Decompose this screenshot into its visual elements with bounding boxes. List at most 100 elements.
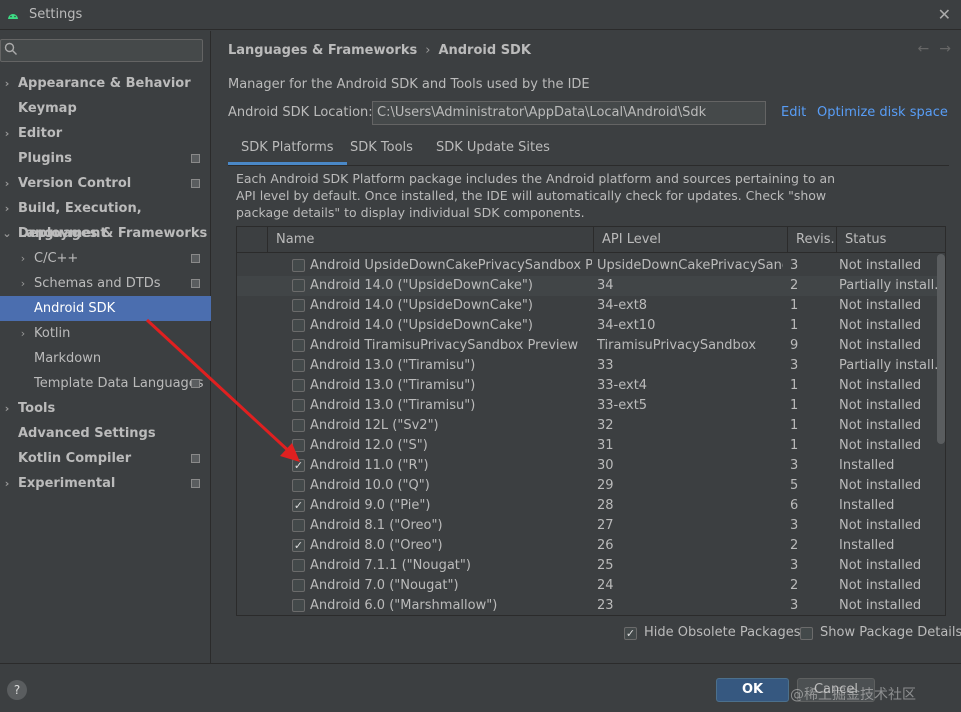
column-header-revision[interactable]: Revis... bbox=[787, 227, 836, 253]
sidebar-item[interactable]: › Kotlin bbox=[0, 321, 211, 346]
sidebar-item-label: C/C++ bbox=[34, 251, 79, 266]
table-row[interactable]: ✓ Android 8.0 ("Oreo") 26 2 Installed bbox=[237, 536, 937, 556]
window-title: Settings bbox=[29, 7, 83, 22]
table-row[interactable]: Android 12L ("Sv2") 32 1 Not installed bbox=[237, 416, 937, 436]
table-row[interactable]: Android 10.0 ("Q") 29 5 Not installed bbox=[237, 476, 937, 496]
chevron-right-icon[interactable]: › bbox=[1, 171, 13, 196]
chevron-right-icon[interactable]: › bbox=[17, 246, 29, 271]
project-settings-icon bbox=[191, 254, 200, 263]
hide-obsolete-checkbox[interactable]: ✓ bbox=[624, 627, 637, 640]
table-row[interactable]: Android 7.0 ("Nougat") 24 2 Not installed bbox=[237, 576, 937, 596]
platform-checkbox[interactable] bbox=[292, 439, 305, 452]
cell-status: Not installed bbox=[839, 418, 922, 433]
hide-obsolete-option[interactable]: ✓ Hide Obsolete Packages bbox=[624, 625, 800, 640]
cell-status: Installed bbox=[839, 538, 895, 553]
platform-checkbox[interactable]: ✓ bbox=[292, 539, 305, 552]
table-row[interactable]: Android 13.0 ("Tiramisu") 33-ext5 1 Not ins… bbox=[237, 396, 937, 416]
ok-button[interactable]: OK bbox=[716, 678, 789, 702]
chevron-right-icon[interactable]: › bbox=[17, 321, 29, 346]
show-details-option[interactable]: Show Package Details bbox=[800, 625, 961, 640]
sidebar-item[interactable]: Plugins bbox=[0, 146, 211, 171]
sidebar-item[interactable]: › Editor bbox=[0, 121, 211, 146]
cell-name: Android 14.0 ("UpsideDownCake") bbox=[310, 278, 533, 293]
column-header-api-level[interactable]: API Level bbox=[593, 227, 787, 253]
platform-checkbox[interactable] bbox=[292, 299, 305, 312]
chevron-right-icon[interactable]: › bbox=[17, 271, 29, 296]
sidebar-item[interactable]: › Experimental bbox=[0, 471, 211, 496]
table-row[interactable]: Android 13.0 ("Tiramisu") 33 3 Partially in… bbox=[237, 356, 937, 376]
table-row[interactable]: Android TiramisuPrivacySandbox Preview Ti… bbox=[237, 336, 937, 356]
settings-search-input[interactable] bbox=[0, 39, 203, 62]
cell-name: Android UpsideDownCakePrivacySandbox Pre… bbox=[310, 258, 592, 273]
chevron-right-icon[interactable]: › bbox=[1, 71, 13, 96]
chevron-right-icon[interactable]: › bbox=[1, 471, 13, 496]
table-scrollbar[interactable] bbox=[937, 254, 945, 444]
chevron-right-icon[interactable]: › bbox=[1, 121, 13, 146]
sidebar-item[interactable]: › Schemas and DTDs bbox=[0, 271, 211, 296]
cell-revision: 2 bbox=[790, 278, 799, 293]
tab-sdk-tools[interactable]: SDK Tools bbox=[337, 135, 426, 165]
forward-arrow-icon[interactable]: → bbox=[939, 41, 951, 57]
table-row[interactable]: Android 14.0 ("UpsideDownCake") 34-ext8 1 N… bbox=[237, 296, 937, 316]
cell-api-level: 28 bbox=[597, 498, 614, 513]
cell-name: Android 14.0 ("UpsideDownCake") bbox=[310, 318, 533, 333]
platform-checkbox[interactable] bbox=[292, 339, 305, 352]
platform-checkbox[interactable] bbox=[292, 399, 305, 412]
platform-checkbox[interactable] bbox=[292, 419, 305, 432]
edit-link[interactable]: Edit bbox=[781, 105, 806, 120]
cell-revision: 3 bbox=[790, 458, 799, 473]
tab-sdk-update-sites[interactable]: SDK Update Sites bbox=[423, 135, 563, 165]
optimize-disk-space-link[interactable]: Optimize disk space bbox=[817, 105, 948, 120]
cell-revision: 3 bbox=[790, 558, 799, 573]
platform-checkbox[interactable] bbox=[292, 379, 305, 392]
sidebar-item[interactable]: › Build, Execution, Deployment bbox=[0, 196, 211, 241]
chevron-down-icon[interactable]: ⌄ bbox=[1, 221, 13, 246]
sidebar-item[interactable]: Template Data Languages bbox=[0, 371, 211, 396]
table-row[interactable]: Android 6.0 ("Marshmallow") 23 3 Not instal… bbox=[237, 596, 937, 615]
cell-revision: 1 bbox=[790, 298, 799, 313]
table-row[interactable]: ✓ Android 11.0 ("R") 30 3 Installed bbox=[237, 456, 937, 476]
sidebar-item[interactable]: › Tools bbox=[0, 396, 211, 421]
column-header-status[interactable]: Status bbox=[836, 227, 937, 253]
table-row[interactable]: Android UpsideDownCakePrivacySandbox Pre… bbox=[237, 256, 937, 276]
sidebar-item[interactable]: Android SDK bbox=[0, 296, 211, 321]
table-row[interactable]: Android 12.0 ("S") 31 1 Not installed bbox=[237, 436, 937, 456]
column-header-name[interactable]: Name bbox=[267, 227, 593, 253]
platform-checkbox[interactable] bbox=[292, 479, 305, 492]
platform-checkbox[interactable] bbox=[292, 559, 305, 572]
sidebar-item[interactable]: Keymap bbox=[0, 96, 211, 121]
platform-checkbox[interactable] bbox=[292, 359, 305, 372]
sidebar-item[interactable]: › C/C++ bbox=[0, 246, 211, 271]
platform-checkbox[interactable] bbox=[292, 599, 305, 612]
sdk-location-field[interactable]: C:\Users\Administrator\AppData\Local\And… bbox=[372, 101, 766, 125]
platform-checkbox[interactable]: ✓ bbox=[292, 459, 305, 472]
tab-sdk-platforms[interactable]: SDK Platforms bbox=[228, 135, 347, 165]
show-details-label: Show Package Details bbox=[820, 625, 961, 640]
table-row[interactable]: Android 14.0 ("UpsideDownCake") 34 2 Partia… bbox=[237, 276, 937, 296]
sidebar-item[interactable]: › Version Control bbox=[0, 171, 211, 196]
platform-checkbox[interactable] bbox=[292, 519, 305, 532]
show-details-checkbox[interactable] bbox=[800, 627, 813, 640]
table-row[interactable]: Android 8.1 ("Oreo") 27 3 Not installed bbox=[237, 516, 937, 536]
sidebar-item[interactable]: Kotlin Compiler bbox=[0, 446, 211, 471]
back-arrow-icon[interactable]: ← bbox=[918, 41, 930, 57]
close-icon[interactable]: ✕ bbox=[938, 5, 951, 24]
breadcrumb-item[interactable]: Languages & Frameworks bbox=[228, 43, 417, 58]
table-row[interactable]: Android 14.0 ("UpsideDownCake") 34-ext10 1… bbox=[237, 316, 937, 336]
platform-checkbox[interactable] bbox=[292, 259, 305, 272]
sidebar-item[interactable]: › Appearance & Behavior bbox=[0, 71, 211, 96]
table-row[interactable]: ✓ Android 9.0 ("Pie") 28 6 Installed bbox=[237, 496, 937, 516]
chevron-right-icon[interactable]: › bbox=[1, 396, 13, 421]
platform-checkbox[interactable] bbox=[292, 319, 305, 332]
help-icon[interactable]: ? bbox=[7, 680, 27, 700]
sidebar-item[interactable]: Advanced Settings bbox=[0, 421, 211, 446]
chevron-right-icon[interactable]: › bbox=[1, 196, 13, 221]
sidebar-item[interactable]: ⌄ Languages & Frameworks bbox=[0, 221, 211, 246]
table-row[interactable]: Android 7.1.1 ("Nougat") 25 3 Not installed bbox=[237, 556, 937, 576]
platform-checkbox[interactable] bbox=[292, 579, 305, 592]
sidebar-item[interactable]: Markdown bbox=[0, 346, 211, 371]
platform-checkbox[interactable]: ✓ bbox=[292, 499, 305, 512]
sidebar-item-label: Advanced Settings bbox=[18, 426, 156, 441]
platform-checkbox[interactable] bbox=[292, 279, 305, 292]
table-row[interactable]: Android 13.0 ("Tiramisu") 33-ext4 1 Not ins… bbox=[237, 376, 937, 396]
